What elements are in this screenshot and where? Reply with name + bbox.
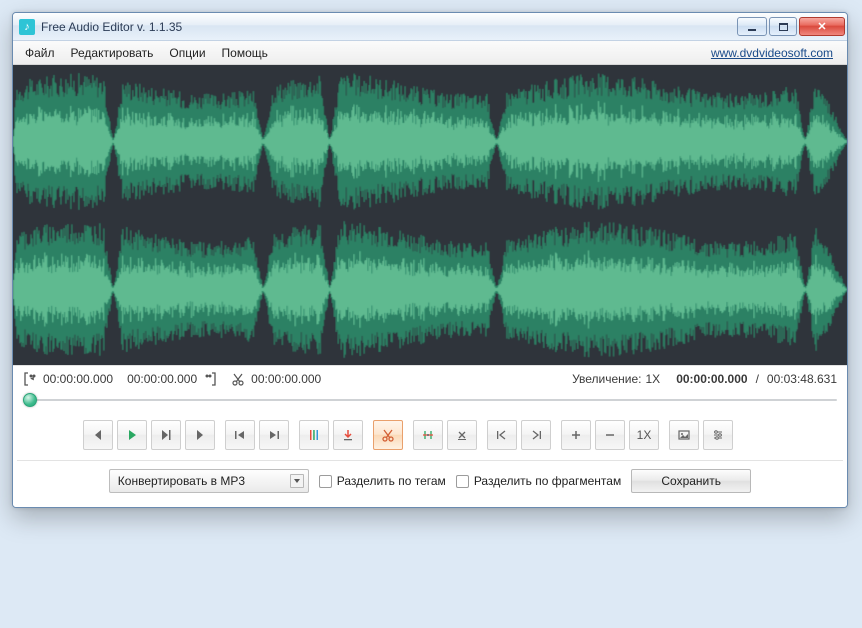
- menubar: Файл Редактировать Опции Помощь www.dvdv…: [13, 41, 847, 65]
- scissors-cut-icon: [231, 372, 245, 386]
- cut-button[interactable]: [373, 420, 403, 450]
- split-selection-button[interactable]: [413, 420, 443, 450]
- format-dropdown-value: Конвертировать в MP3: [118, 474, 290, 488]
- waveform-display[interactable]: [13, 65, 847, 365]
- split-by-tags-label: Разделить по тегам: [337, 474, 446, 488]
- slider-thumb[interactable]: [23, 393, 37, 407]
- picture-view-button[interactable]: [669, 420, 699, 450]
- zoom-label: Увеличение:: [572, 372, 641, 386]
- skip-group: [225, 420, 289, 450]
- cut-position-time: 00:00:00.000: [251, 372, 321, 386]
- slider-track: [23, 399, 837, 401]
- window-controls: ✕: [737, 17, 845, 36]
- selection-end-time: 00:00:00.000: [127, 372, 197, 386]
- select-to-end-button[interactable]: [521, 420, 551, 450]
- playback-group: [83, 420, 215, 450]
- save-button-label: Сохранить: [661, 474, 721, 488]
- current-position: 00:00:00.000: [676, 372, 747, 386]
- selection-start-time: 00:00:00.000: [43, 372, 113, 386]
- cut-group: [373, 420, 403, 450]
- menu-edit[interactable]: Редактировать: [63, 43, 162, 63]
- zoom-in-button[interactable]: [561, 420, 591, 450]
- zoom-reset-button[interactable]: 1X: [629, 420, 659, 450]
- time-info-row: 00:00:00.000 00:00:00.000 00:00:00.000 У…: [13, 366, 847, 388]
- skip-start-button[interactable]: [225, 420, 255, 450]
- settings-sliders-button[interactable]: [703, 420, 733, 450]
- skip-end-button[interactable]: [259, 420, 289, 450]
- bottom-bar: Конвертировать в MP3 Разделить по тегам …: [13, 461, 847, 507]
- time-separator: /: [756, 372, 759, 386]
- selection-group: [413, 420, 477, 450]
- split-by-tags-checkbox[interactable]: Разделить по тегам: [319, 474, 446, 488]
- previous-button[interactable]: [83, 420, 113, 450]
- selection-start-bracket-icon: [23, 372, 37, 386]
- waveform-channel-right[interactable]: [13, 217, 847, 362]
- app-icon: ♪: [19, 19, 35, 35]
- select-to-start-button[interactable]: [487, 420, 517, 450]
- menu-file[interactable]: Файл: [17, 43, 63, 63]
- app-window: ♪ Free Audio Editor v. 1.1.35 ✕ Файл Ред…: [12, 12, 848, 508]
- play-button[interactable]: [117, 420, 147, 450]
- export-marker-button[interactable]: [333, 420, 363, 450]
- delete-selection-button[interactable]: [447, 420, 477, 450]
- dropdown-arrow-icon: [290, 474, 304, 488]
- maximize-button[interactable]: [769, 17, 797, 36]
- save-button[interactable]: Сохранить: [631, 469, 751, 493]
- add-marker-button[interactable]: [299, 420, 329, 450]
- zoom-out-button[interactable]: [595, 420, 625, 450]
- split-by-fragments-checkbox[interactable]: Разделить по фрагментам: [456, 474, 621, 488]
- checkbox-icon: [319, 475, 332, 488]
- view-group: [669, 420, 733, 450]
- close-button[interactable]: ✕: [799, 17, 845, 36]
- checkbox-icon: [456, 475, 469, 488]
- menu-help[interactable]: Помощь: [214, 43, 276, 63]
- split-by-fragments-label: Разделить по фрагментам: [474, 474, 621, 488]
- zoom-group: 1X: [561, 420, 659, 450]
- vendor-link[interactable]: www.dvdvideosoft.com: [711, 46, 843, 60]
- menu-options[interactable]: Опции: [161, 43, 213, 63]
- total-duration: 00:03:48.631: [767, 372, 837, 386]
- titlebar[interactable]: ♪ Free Audio Editor v. 1.1.35 ✕: [13, 13, 847, 41]
- zoom-value: 1X: [646, 372, 661, 386]
- selection-nav-group: [487, 420, 551, 450]
- marker-group: [299, 420, 363, 450]
- playback-slider[interactable]: [23, 392, 837, 408]
- waveform-channel-left[interactable]: [13, 69, 847, 214]
- minimize-button[interactable]: [737, 17, 767, 36]
- next-button[interactable]: [185, 420, 215, 450]
- play-selection-button[interactable]: [151, 420, 181, 450]
- selection-end-bracket-icon: [203, 372, 217, 386]
- toolbar: 1X: [13, 416, 847, 460]
- format-dropdown[interactable]: Конвертировать в MP3: [109, 469, 309, 493]
- window-title: Free Audio Editor v. 1.1.35: [41, 20, 182, 34]
